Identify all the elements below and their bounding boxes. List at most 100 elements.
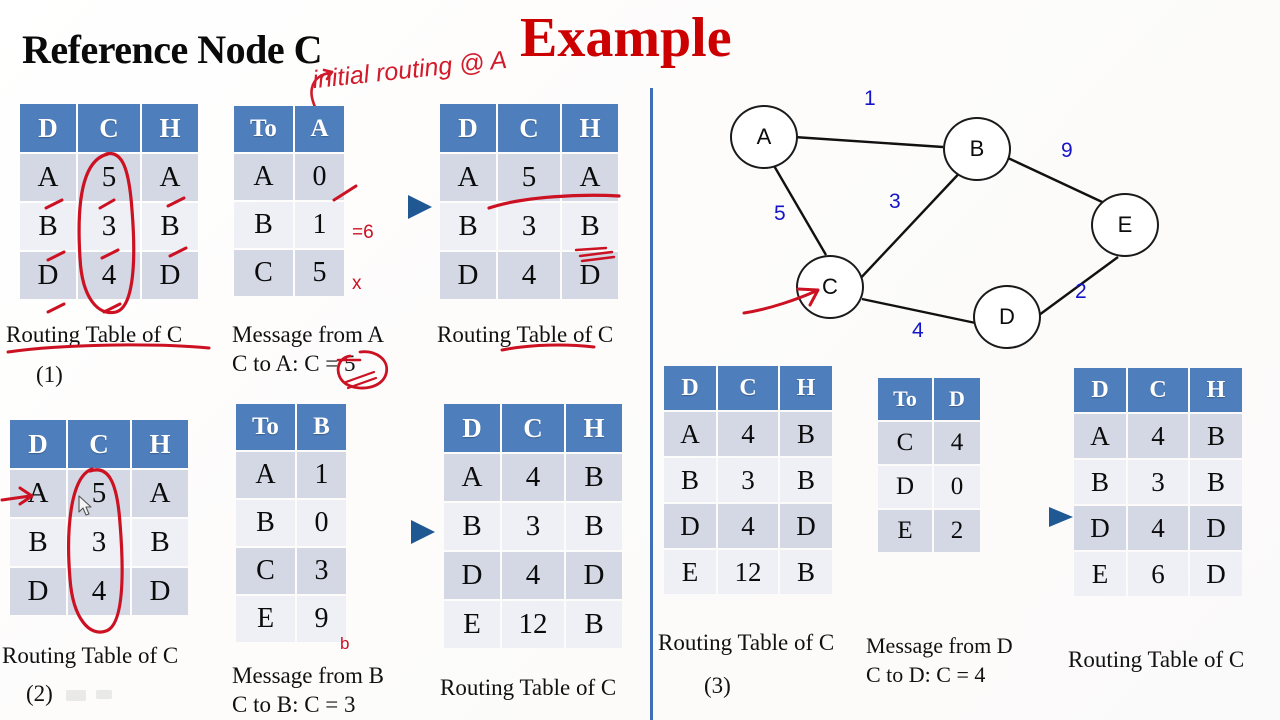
- page-title: Reference Node C: [22, 27, 323, 72]
- cell-dest: E: [236, 596, 295, 642]
- cell-cost: 1: [295, 202, 344, 248]
- caption-message-from-b-line1: Message from B: [232, 663, 385, 688]
- example-title: Example: [520, 7, 732, 69]
- routing-table-of-c-step3-after: D C H A 4 B B 3 B D 4 D E 6 D: [1072, 366, 1244, 598]
- col-header-to: To: [236, 404, 295, 450]
- ink-annotation-eq6: =6: [352, 222, 374, 243]
- cell-dest: D: [664, 504, 716, 548]
- cell-cost: 3: [498, 203, 560, 250]
- table-row: A 4 B: [444, 454, 622, 501]
- cell-hop: D: [1190, 552, 1242, 596]
- cell-hop: B: [1190, 414, 1242, 458]
- table-row: A 0: [234, 154, 344, 200]
- cell-cost: 0: [297, 500, 346, 546]
- cell-cost: 5: [295, 250, 344, 296]
- col-header-c: C: [1128, 368, 1188, 412]
- col-header-d: D: [1074, 368, 1126, 412]
- table-row: A 5 A: [20, 154, 198, 201]
- graph-node-b-label: B: [969, 136, 985, 161]
- cell-hop: D: [132, 568, 188, 615]
- table-row: A 4 B: [664, 412, 832, 456]
- cell-hop: B: [780, 412, 832, 456]
- cell-cost: 1: [297, 452, 346, 498]
- cell-dest: B: [10, 519, 66, 566]
- col-header-h: H: [780, 366, 832, 410]
- cell-hop: B: [780, 458, 832, 502]
- cell-dest: B: [444, 503, 500, 550]
- edge-a-b: [793, 135, 944, 149]
- edge-weight-b-e: 9: [1061, 139, 1073, 162]
- cell-cost: 3: [502, 503, 564, 550]
- cell-dest: D: [878, 466, 932, 508]
- col-header-c: C: [718, 366, 778, 410]
- ink-annotation-initial-routing: initial routing @ A: [311, 45, 509, 95]
- cell-hop: B: [780, 550, 832, 594]
- caption-message-from-a-line1: Message from A: [232, 322, 385, 347]
- cell-dest: D: [440, 252, 496, 299]
- cell-hop: A: [142, 154, 198, 201]
- cell-dest: D: [1074, 506, 1126, 550]
- cell-cost: 0: [934, 466, 980, 508]
- cell-dest: A: [1074, 414, 1126, 458]
- cell-cost: 3: [297, 548, 346, 594]
- cell-cost: 5: [498, 154, 560, 201]
- col-header-to: To: [878, 378, 932, 420]
- table-row: D 4 D: [440, 252, 618, 299]
- cell-dest: C: [234, 250, 293, 296]
- cell-cost: 4: [498, 252, 560, 299]
- cell-cost: 4: [502, 454, 564, 501]
- cell-dest: B: [236, 500, 295, 546]
- col-header-c: C: [502, 404, 564, 452]
- edge-weight-d-e: 2: [1075, 280, 1087, 303]
- col-header-d: D: [10, 420, 66, 468]
- table-row: D 4 D: [1074, 506, 1242, 550]
- cell-cost: 9: [297, 596, 346, 642]
- table-row: C 3: [236, 548, 346, 594]
- cell-cost: 4: [502, 552, 564, 599]
- cell-dest: A: [236, 452, 295, 498]
- cell-hop: D: [562, 252, 618, 299]
- cell-cost: 4: [78, 252, 140, 299]
- cell-cost: 4: [1128, 414, 1188, 458]
- network-topology-graph: A B C D E 1 5 3 9 4 2: [690, 75, 1210, 365]
- col-header-a: A: [295, 106, 344, 152]
- col-header-c: C: [498, 104, 560, 152]
- cell-cost: 12: [718, 550, 778, 594]
- table-row: D 4 D: [664, 504, 832, 548]
- cell-dest: C: [878, 422, 932, 464]
- caption-routing-table-step2-before: Routing Table of C: [2, 643, 179, 668]
- mouse-cursor: [78, 495, 92, 516]
- cell-dest: A: [664, 412, 716, 456]
- cell-hop: B: [142, 203, 198, 250]
- cell-cost: 3: [78, 203, 140, 250]
- table-row: B 3 B: [10, 519, 188, 566]
- cell-dest: D: [10, 568, 66, 615]
- graph-node-c-label: C: [822, 274, 838, 299]
- table-header-row: D C H: [440, 104, 618, 152]
- cell-cost: 6: [1128, 552, 1188, 596]
- table-row: B 3 B: [440, 203, 618, 250]
- graph-node-e: E: [1091, 193, 1159, 257]
- cell-hop: B: [566, 601, 622, 648]
- player-chrome-artifact-2: [96, 690, 112, 699]
- table-row: D 0: [878, 466, 980, 508]
- caption-routing-table-step2-after: Routing Table of C: [440, 675, 617, 700]
- col-header-h: H: [142, 104, 198, 152]
- table-row: C 5: [234, 250, 344, 296]
- cell-dest: C: [236, 548, 295, 594]
- cell-cost: 4: [934, 422, 980, 464]
- cell-dest: D: [20, 252, 76, 299]
- routing-table-of-c-step3-before: D C H A 4 B B 3 B D 4 D E 12 B: [662, 364, 834, 596]
- cell-cost: 4: [718, 412, 778, 456]
- cell-dest: B: [20, 203, 76, 250]
- cell-cost: 2: [934, 510, 980, 552]
- edge-weight-a-b: 1: [864, 87, 876, 110]
- routing-table-of-c-step1-after: D C H A 5 A B 3 B D 4 D: [438, 102, 620, 301]
- step-label-3: (3): [704, 673, 731, 698]
- table-row: B 0: [236, 500, 346, 546]
- col-header-h: H: [562, 104, 618, 152]
- cell-dest: A: [444, 454, 500, 501]
- edge-weight-a-c: 5: [774, 202, 786, 225]
- flow-arrow-step3: [1007, 507, 1073, 527]
- cell-dest: D: [444, 552, 500, 599]
